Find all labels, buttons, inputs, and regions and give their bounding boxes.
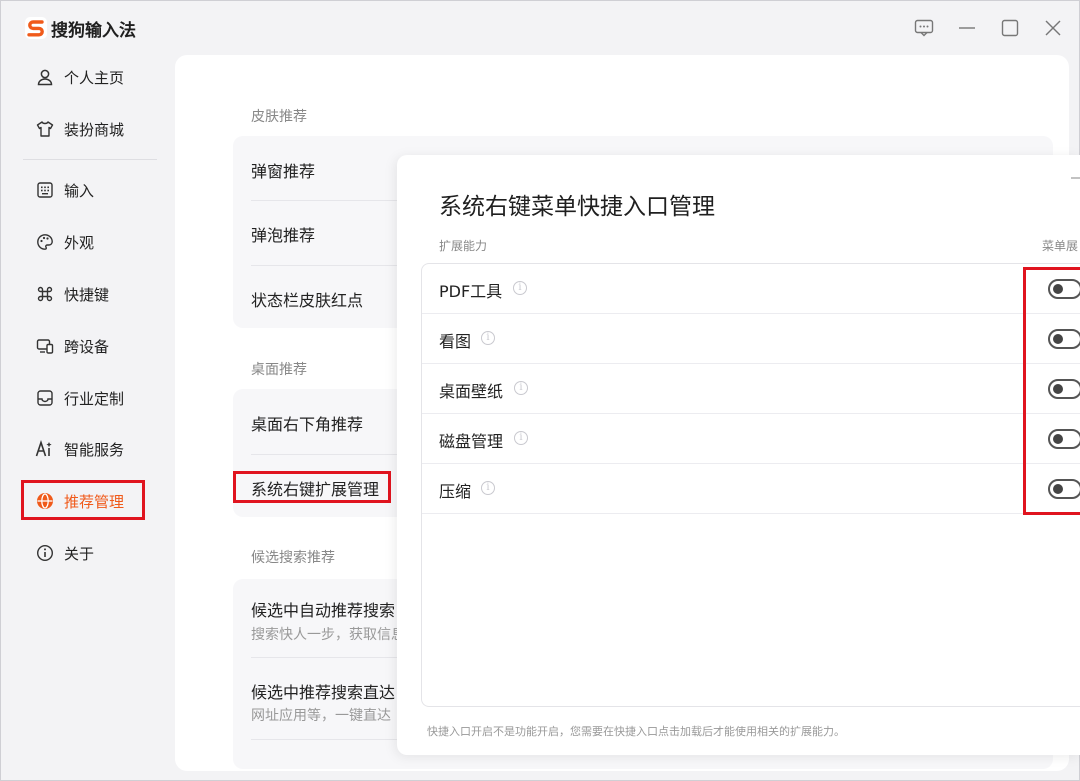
list-item: PDF工具 i [422,264,1080,314]
capability-name: 桌面壁纸 [439,382,504,401]
list-item: 磁盘管理 i [422,414,1080,464]
highlight-box [21,480,145,520]
info-icon[interactable]: i [514,431,528,445]
setting-statusbar-skin-dot[interactable]: 状态栏皮肤红点 [251,287,363,311]
sidebar-divider [23,159,157,160]
sidebar-item-label: 输入 [64,181,95,200]
sidebar-item-appearance[interactable]: 外观 [23,223,153,261]
setting-candidate-auto-search[interactable]: 候选中自动推荐搜索 [251,597,395,621]
sidebar-item-label: 跨设备 [64,337,110,356]
sogou-logo-icon [25,17,47,39]
sidebar-item-label: 外观 [64,233,95,252]
inbox-icon [35,388,55,408]
list-item: 看图 i [422,314,1080,364]
sidebar-item-industry[interactable]: 行业定制 [23,379,153,417]
sidebar-item-label: 快捷键 [64,285,110,304]
section-title: 桌面推荐 [251,362,307,378]
sidebar-item-shortcuts[interactable]: 快捷键 [23,275,153,313]
setting-popup-recommend[interactable]: 弹窗推荐 [251,158,315,182]
feedback-icon[interactable] [913,17,935,39]
dialog-title: 系统右键菜单快捷入口管理 [439,194,715,220]
devices-icon [35,336,55,356]
sidebar-item-shop[interactable]: 装扮商城 [23,110,153,148]
capability-name: PDF工具 [439,282,503,301]
sidebar-item-ai[interactable]: 智能服务 [23,430,153,468]
command-icon [35,284,55,304]
user-icon [35,67,55,87]
list-item: 桌面壁纸 i [422,364,1080,414]
sidebar-item-label: 个人主页 [64,68,125,87]
column-header-capability: 扩展能力 [439,239,488,253]
info-icon[interactable]: i [514,381,528,395]
setting-candidate-direct-search[interactable]: 候选中推荐搜索直达 [251,679,395,703]
capability-name: 看图 [439,332,472,351]
context-menu-dialog: 系统右键菜单快捷入口管理 扩展能力 菜单展 PDF工具 i 看图 i 桌面壁纸 … [397,155,1080,755]
column-header-menu: 菜单展 [1042,239,1079,253]
sidebar: 个人主页 装扮商城 输入 外观 快捷键 跨设备 行业定制 智能服务 推荐管理 关… [1,55,173,781]
capability-name: 磁盘管理 [439,432,504,451]
sidebar-item-input[interactable]: 输入 [23,171,153,209]
close-icon[interactable] [1042,17,1064,39]
dialog-close-icon[interactable] [1069,175,1080,181]
setting-bubble-recommend[interactable]: 弹泡推荐 [251,222,315,246]
sidebar-item-devices[interactable]: 跨设备 [23,327,153,365]
capability-list: PDF工具 i 看图 i 桌面壁纸 i 磁盘管理 i 压缩 i [421,263,1080,707]
highlight-box [1023,267,1080,515]
sidebar-item-profile[interactable]: 个人主页 [23,58,153,96]
list-item: 压缩 i [422,464,1080,514]
section-title: 皮肤推荐 [251,109,307,125]
info-icon[interactable]: i [513,281,527,295]
minimize-icon[interactable] [956,17,978,39]
setting-description: 搜索快人一步，获取信息 [251,627,405,643]
sidebar-item-label: 智能服务 [64,440,125,459]
shirt-icon [35,119,55,139]
sidebar-item-label: 装扮商城 [64,120,125,139]
sidebar-item-label: 行业定制 [64,389,125,408]
info-icon[interactable]: i [481,331,495,345]
info-icon[interactable]: i [481,481,495,495]
section-title: 候选搜索推荐 [251,550,335,566]
dialog-footer-note: 快捷入口开启不是功能开启，您需要在快捷入口点击加载后才能使用相关的扩展能力。 [427,725,845,738]
app-title: 搜狗输入法 [51,21,136,41]
sidebar-item-label: 关于 [64,544,95,563]
setting-desktop-corner-recommend[interactable]: 桌面右下角推荐 [251,411,363,435]
app-window: 搜狗输入法 个人主页 装扮商城 输入 外观 快捷键 跨设备 行业定制 智能服务 … [0,0,1080,781]
sidebar-item-about[interactable]: 关于 [23,534,153,572]
highlight-box [233,471,391,503]
maximize-icon[interactable] [999,17,1021,39]
info-icon [35,543,55,563]
setting-description: 网址应用等，一键直达 [251,708,391,724]
capability-name: 压缩 [439,482,472,501]
palette-icon [35,232,55,252]
ai-icon [35,439,55,459]
title-bar: 搜狗输入法 [1,1,1080,55]
keyboard-icon [35,180,55,200]
